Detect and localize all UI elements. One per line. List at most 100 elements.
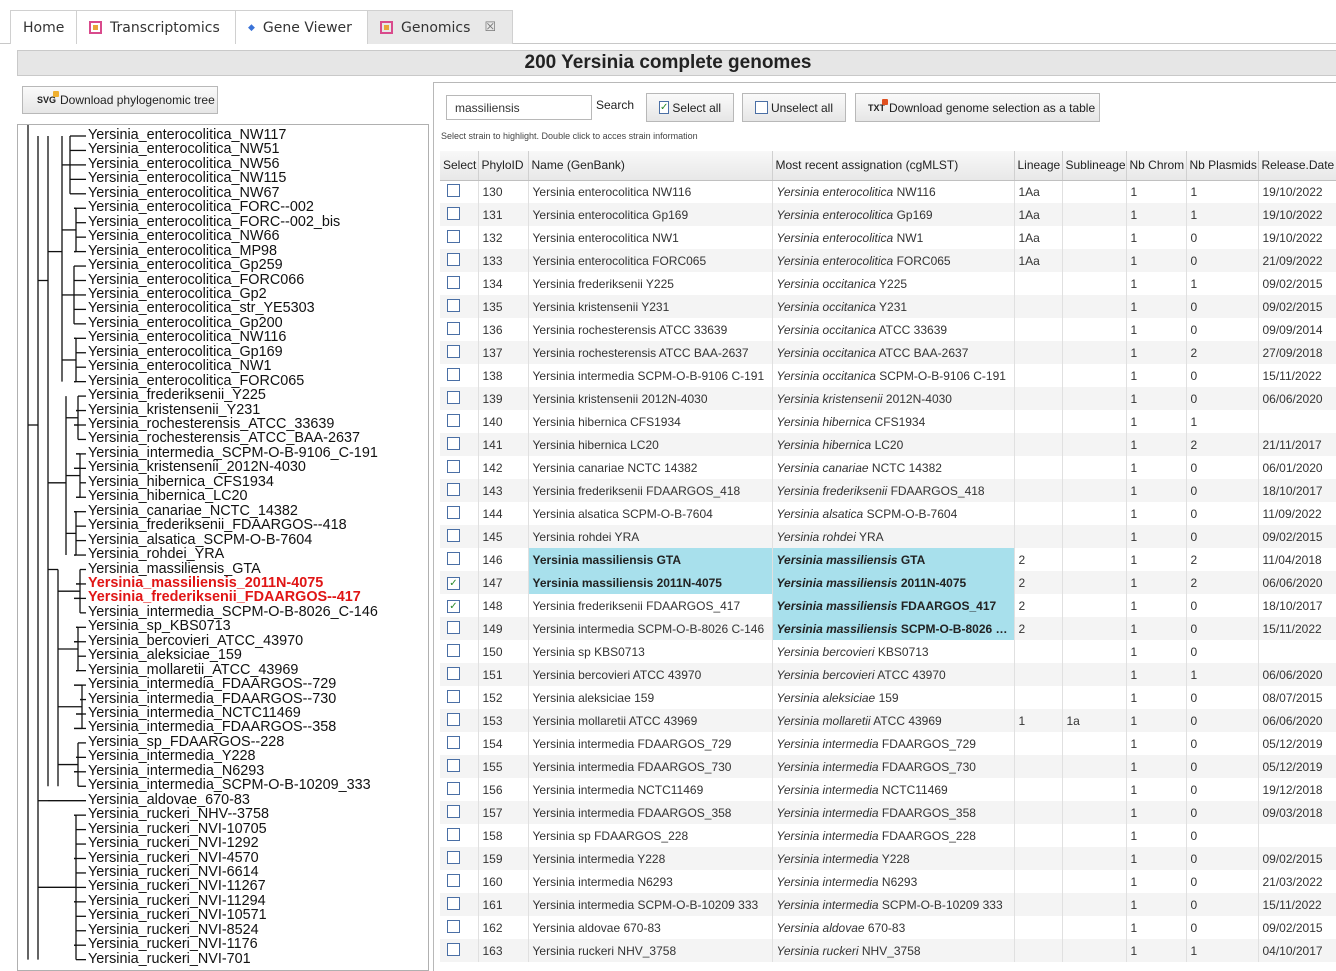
tree-leaf[interactable]: Yersinia_mollaretii_ATCC_43969 (88, 663, 298, 678)
tree-leaf[interactable]: Yersinia_ruckeri_NVI-1292 (88, 836, 259, 851)
table-row[interactable]: 160 Yersinia intermedia N6293 Yersinia int… (440, 870, 1336, 893)
tab-home[interactable]: Home (10, 10, 77, 44)
tree-leaf[interactable]: Yersinia_hibernica_LC20 (88, 489, 247, 504)
table-row[interactable]: 139 Yersinia kristensenii 2012N-4030 Yersi… (440, 387, 1336, 410)
tree-leaf[interactable]: Yersinia_bercovieri_ATCC_43970 (88, 634, 303, 649)
table-row[interactable]: 141 Yersinia hibernica LC20 Yersinia hiber… (440, 433, 1336, 456)
tree-leaf[interactable]: Yersinia_ruckeri_NVI-10705 (88, 822, 267, 837)
tree-leaf[interactable]: Yersinia_ruckeri_NVI-10571 (88, 908, 267, 923)
tree-leaf[interactable]: Yersinia_frederiksenii_FDAARGOS--418 (88, 518, 347, 533)
tree-leaf[interactable]: Yersinia_massiliensis_GTA (88, 561, 261, 577)
tree-leaf[interactable]: Yersinia_intermedia_SCPM-O-B-10209_333 (88, 778, 371, 793)
tree-leaf[interactable]: Yersinia_enterocolitica_NW66 (88, 229, 279, 244)
tree-leaf[interactable]: Yersinia_ruckeri_NVI-6614 (88, 865, 259, 880)
col-header-assignation[interactable]: Most recent assignation (cgMLST) (772, 151, 1015, 181)
row-checkbox[interactable] (447, 482, 460, 496)
select-all-button[interactable]: Select all (646, 93, 734, 122)
tree-leaf[interactable]: Yersinia_sp_FDAARGOS--228 (88, 735, 284, 750)
table-row[interactable]: 152 Yersinia aleksiciae 159 Yersinia aleks… (440, 686, 1336, 709)
row-checkbox[interactable] (447, 367, 460, 381)
row-checkbox[interactable] (447, 344, 460, 358)
table-row[interactable]: 135 Yersinia kristensenii Y231 Yersinia oc… (440, 295, 1336, 318)
col-header-release-date[interactable]: Release.Date (1258, 151, 1336, 181)
tab-transcriptomics[interactable]: Transcriptomics (76, 10, 236, 44)
tree-leaf[interactable]: Yersinia_enterocolitica_NW115 (88, 171, 286, 186)
row-checkbox[interactable] (447, 666, 460, 680)
row-checkbox[interactable] (447, 390, 460, 404)
table-row[interactable]: 161 Yersinia intermedia SCPM-O-B-10209 33… (440, 893, 1336, 916)
table-row[interactable]: 155 Yersinia intermedia FDAARGOS_730 Yersi… (440, 755, 1336, 778)
row-checkbox[interactable] (447, 551, 460, 565)
table-row[interactable]: 159 Yersinia intermedia Y228 Yersinia inte… (440, 847, 1336, 870)
table-row[interactable]: 134 Yersinia frederiksenii Y225 Yersinia o… (440, 272, 1336, 295)
tree-leaf[interactable]: Yersinia_intermedia_SCPM-O-B-8026_C-146 (88, 605, 378, 620)
row-checkbox[interactable] (447, 413, 460, 427)
table-row[interactable]: 130 Yersinia enterocolitica NW116 Yersinia… (440, 180, 1336, 203)
tree-leaf[interactable]: Yersinia_ruckeri_NVI-701 (88, 952, 251, 967)
row-checkbox[interactable] (447, 620, 460, 634)
tree-leaf[interactable]: Yersinia_enterocolitica_Gp259 (88, 258, 283, 273)
tree-leaf[interactable]: Yersinia_enterocolitica_Gp200 (88, 316, 283, 331)
tree-leaf[interactable]: Yersinia_alsatica_SCPM-O-B-7604 (88, 533, 312, 548)
table-row[interactable]: 131 Yersinia enterocolitica Gp169 Yersinia… (440, 203, 1336, 226)
table-row[interactable]: 142 Yersinia canariae NCTC 14382 Yersinia … (440, 456, 1336, 479)
tree-leaf[interactable]: Yersinia_enterocolitica_MP98 (88, 244, 277, 259)
table-row[interactable]: 145 Yersinia rohdei YRA Yersinia rohdei YR… (440, 525, 1336, 548)
row-checkbox[interactable] (447, 528, 460, 542)
table-row[interactable]: 147Yersinia massiliensis 2011N-4075Yersi… (440, 571, 1336, 594)
table-row[interactable]: 154 Yersinia intermedia FDAARGOS_729 Yersi… (440, 732, 1336, 755)
table-row[interactable]: 137 Yersinia rochesterensis ATCC BAA-2637… (440, 341, 1336, 364)
tree-leaf[interactable]: Yersinia_enterocolitica_NW56 (88, 157, 279, 172)
close-icon[interactable]: ☒ (484, 20, 496, 35)
table-row[interactable]: 157 Yersinia intermedia FDAARGOS_358 Yersi… (440, 801, 1336, 824)
tree-leaf[interactable]: Yersinia_frederiksenii_FDAARGOS--417 (88, 590, 361, 605)
tree-leaf[interactable]: Yersinia_intermedia_FDAARGOS--729 (88, 677, 336, 692)
table-row[interactable]: 146 Yersinia massiliensis GTA Yersinia mas… (440, 548, 1336, 571)
table-row[interactable]: 151 Yersinia bercovieri ATCC 43970 Yersini… (440, 663, 1336, 686)
tree-leaf[interactable]: Yersinia_ruckeri_NHV--3758 (88, 807, 269, 822)
row-checkbox[interactable] (447, 600, 460, 614)
row-checkbox[interactable] (447, 252, 460, 266)
tree-leaf[interactable]: Yersinia_intermedia_N6293 (88, 764, 264, 779)
row-checkbox[interactable] (447, 577, 460, 591)
row-checkbox[interactable] (447, 827, 460, 841)
table-row[interactable]: 144 Yersinia alsatica SCPM-O-B-7604 Yersin… (440, 502, 1336, 525)
row-checkbox[interactable] (447, 436, 460, 450)
table-row[interactable]: 132 Yersinia enterocolitica NW1 Yersinia e… (440, 226, 1336, 249)
download-tree-button[interactable]: SVG Download phylogenomic tree (22, 86, 218, 114)
phylogenomic-tree[interactable]: Yersinia_enterocolitica_NW117 Yersinia_en… (17, 124, 429, 971)
tree-leaf[interactable]: Yersinia_frederiksenii_Y225 (88, 388, 266, 403)
table-row[interactable]: 143 Yersinia frederiksenii FDAARGOS_418 Ye… (440, 479, 1336, 502)
tree-leaf[interactable]: Yersinia_enterocolitica_NW67 (88, 186, 279, 201)
tree-leaf[interactable]: Yersinia_enterocolitica_NW116 (88, 330, 286, 345)
col-header-select[interactable]: Select (440, 151, 479, 181)
table-row[interactable]: 140 Yersinia hibernica CFS1934 Yersinia hi… (440, 410, 1336, 433)
row-checkbox[interactable] (447, 735, 460, 749)
table-row[interactable]: 133 Yersinia enterocolitica FORC065 Yersin… (440, 249, 1336, 272)
table-row[interactable]: 148Yersinia frederiksenii FDAARGOS_417Ye… (440, 594, 1336, 617)
row-checkbox[interactable] (447, 229, 460, 243)
download-table-button[interactable]: TXT Download genome selection as a table (855, 93, 1100, 122)
tree-leaf[interactable]: Yersinia_kristensenii_2012N-4030 (88, 460, 306, 475)
tree-leaf[interactable]: Yersinia_massiliensis_2011N-4075 (88, 576, 323, 591)
tree-leaf[interactable]: Yersinia_aleksiciae_159 (88, 648, 242, 663)
tree-leaf[interactable]: Yersinia_enterocolitica_NW1 (88, 359, 271, 374)
row-checkbox[interactable] (447, 505, 460, 519)
tree-leaf[interactable]: Yersinia_enterocolitica_NW117 (88, 128, 286, 143)
tree-leaf[interactable]: Yersinia_sp_KBS0713 (88, 619, 231, 634)
tree-leaf[interactable]: Yersinia_aldovae_670-83 (88, 793, 250, 808)
tree-leaf[interactable]: Yersinia_ruckeri_NVI-11267 (88, 879, 266, 894)
table-row[interactable]: 156 Yersinia intermedia NCTC11469 Yersinia… (440, 778, 1336, 801)
search-input[interactable] (446, 95, 592, 120)
tab-genomics[interactable]: Genomics ☒ (367, 10, 513, 44)
row-checkbox[interactable] (447, 919, 460, 933)
row-checkbox[interactable] (447, 459, 460, 473)
col-header-lineage[interactable]: Lineage (1014, 151, 1063, 181)
tree-leaf[interactable]: Yersinia_rohdei_YRA (88, 547, 224, 562)
tree-leaf[interactable]: Yersinia_enterocolitica_FORC066 (88, 272, 304, 288)
row-checkbox[interactable] (447, 804, 460, 818)
tree-leaf[interactable]: Yersinia_enterocolitica_FORC--002 (88, 200, 314, 215)
row-checkbox[interactable] (447, 689, 460, 703)
search-button[interactable]: Search (596, 98, 634, 112)
unselect-all-button[interactable]: Unselect all (742, 93, 846, 122)
